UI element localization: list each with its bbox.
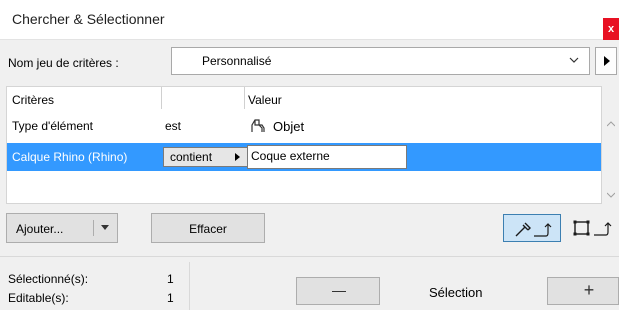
selection-label: Sélection	[429, 285, 483, 300]
chevron-down-icon	[569, 57, 579, 63]
criteria-set-value: Personnalisé	[202, 54, 272, 68]
criteria-set-menu-button[interactable]	[595, 47, 617, 75]
split-divider	[93, 220, 94, 236]
editable-count-value: 1	[167, 291, 174, 305]
eyedropper-icon	[515, 222, 552, 237]
selected-count-label: Sélectionné(s):	[8, 272, 89, 286]
add-button-label: Ajouter...	[16, 222, 64, 236]
scroll-down-icon[interactable]	[607, 191, 615, 199]
value-input[interactable]: Coque externe	[247, 145, 407, 169]
column-divider[interactable]	[244, 87, 245, 109]
minus-icon	[332, 291, 346, 292]
operator-dropdown[interactable]: contient	[163, 147, 248, 167]
criterion-cell: Type d'élément	[12, 119, 94, 133]
triangle-right-icon	[604, 56, 610, 66]
table-scrollbar[interactable]	[603, 86, 619, 204]
table-row[interactable]: Type d'élément est Objet	[7, 113, 601, 139]
column-header-value: Valeur	[248, 93, 282, 107]
marquee-icon	[573, 220, 612, 236]
close-button[interactable]: x	[603, 18, 619, 40]
add-criterion-button[interactable]: Ajouter...	[6, 213, 118, 243]
scroll-up-icon[interactable]	[607, 120, 615, 128]
operator-cell: est	[165, 119, 182, 133]
triangle-right-icon	[235, 153, 240, 161]
criteria-set-label: Nom jeu de critères :	[8, 56, 119, 70]
dropdown-arrow-icon[interactable]	[101, 225, 109, 230]
column-divider[interactable]	[161, 87, 162, 109]
plus-icon: +	[583, 280, 595, 300]
selected-count-value: 1	[167, 272, 174, 286]
horizontal-divider	[0, 256, 619, 257]
table-row-selected[interactable]: Calque Rhino (Rhino) contient Coque exte…	[7, 143, 601, 171]
add-to-selection-button[interactable]: +	[547, 277, 619, 305]
window-title: Chercher & Sélectionner	[12, 11, 165, 27]
column-header-criteria: Critères	[12, 93, 55, 107]
operator-label: contient	[170, 150, 213, 164]
marquee-selection-button[interactable]	[569, 214, 619, 242]
pick-up-parameters-button[interactable]	[503, 214, 561, 242]
title-bar: Chercher & Sélectionner x	[0, 0, 619, 40]
editable-count-label: Editable(s):	[8, 291, 69, 305]
vertical-divider	[189, 262, 190, 310]
criteria-set-dropdown[interactable]: Personnalisé	[171, 47, 590, 75]
remove-from-selection-button[interactable]	[296, 277, 380, 305]
clear-button[interactable]: Effacer	[151, 213, 265, 243]
object-icon	[251, 119, 265, 132]
criteria-table: Critères Valeur Type d'élément est Objet…	[6, 86, 602, 204]
criterion-cell: Calque Rhino (Rhino)	[12, 150, 128, 164]
clear-button-label: Effacer	[189, 222, 227, 236]
value-cell: Objet	[273, 119, 305, 134]
